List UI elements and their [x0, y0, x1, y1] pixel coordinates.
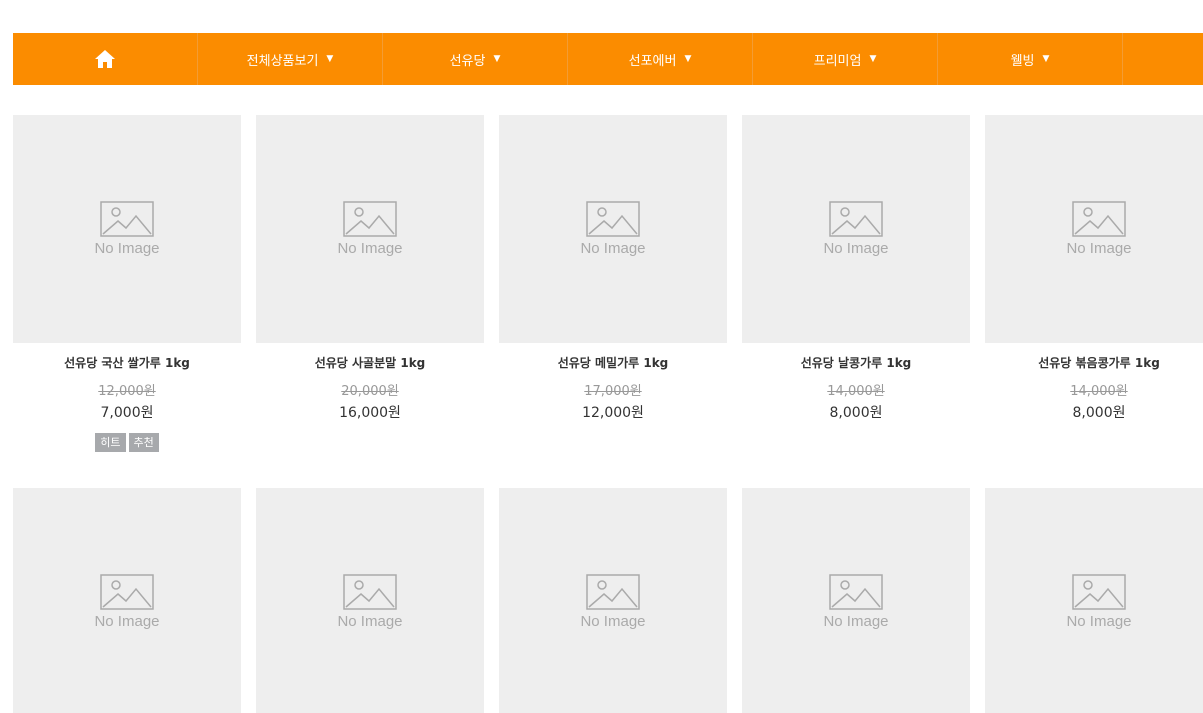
main-nav: 전체상품보기 ▼ 선유당 ▼ 선포에버 ▼ 프리미엄 ▼ 웰빙 ▼ [13, 33, 1203, 85]
no-image-text: No Image [823, 613, 889, 630]
product-card: No Image 선유당 국산 쌀가루 1kg 12,000원 7,000원 히… [13, 115, 241, 452]
image-placeholder-icon [100, 574, 154, 610]
no-image-text: No Image [337, 613, 403, 630]
original-price: 17,000원 [584, 384, 642, 399]
nav-item-extra[interactable] [1123, 33, 1203, 85]
nav-item-seonpo-ever[interactable]: 선포에버 ▼ [568, 33, 753, 85]
image-placeholder-icon [100, 201, 154, 237]
no-image-text: No Image [94, 613, 160, 630]
no-image-text: No Image [1066, 240, 1132, 257]
product-thumbnail[interactable]: No Image [256, 115, 484, 343]
product-thumbnail[interactable]: No Image [985, 115, 1203, 343]
image-placeholder-icon [343, 201, 397, 237]
no-image-text: No Image [94, 240, 160, 257]
original-price: 14,000원 [827, 384, 885, 399]
nav-home[interactable] [13, 33, 198, 85]
sale-price: 8,000원 [1072, 405, 1126, 421]
original-price: 12,000원 [98, 384, 156, 399]
product-card: No Image 선유당 사골분말 1kg 20,000원 16,000원 [256, 115, 484, 452]
product-thumbnail[interactable]: No Image [742, 488, 970, 713]
nav-item-premium[interactable]: 프리미엄 ▼ [753, 33, 938, 85]
product-card: No Image [13, 488, 241, 713]
no-image-text: No Image [580, 613, 646, 630]
nav-item-label: 프리미엄 [813, 53, 862, 69]
no-image-text: No Image [580, 240, 646, 257]
product-name[interactable]: 선유당 메밀가루 1kg [499, 355, 727, 371]
no-image-text: No Image [1066, 613, 1132, 630]
nav-item-all-products[interactable]: 전체상품보기 ▼ [198, 33, 383, 85]
caret-down-icon: ▼ [1042, 54, 1050, 64]
product-thumbnail[interactable]: No Image [499, 488, 727, 713]
product-thumbnail[interactable]: No Image [13, 115, 241, 343]
sale-price: 12,000원 [582, 405, 644, 421]
no-image-text: No Image [823, 240, 889, 257]
image-placeholder-icon [343, 574, 397, 610]
product-card: No Image [499, 488, 727, 713]
product-card: No Image 선유당 메밀가루 1kg 17,000원 12,000원 [499, 115, 727, 452]
product-name[interactable]: 선유당 사골분말 1kg [256, 355, 484, 371]
caret-down-icon: ▼ [493, 54, 501, 64]
nav-item-label: 전체상품보기 [246, 53, 319, 69]
product-name[interactable]: 선유당 날콩가루 1kg [742, 355, 970, 371]
nav-item-label: 선유당 [449, 53, 486, 69]
caret-down-icon: ▼ [684, 54, 692, 64]
hit-badge: 히트 [95, 433, 126, 452]
product-name[interactable]: 선유당 국산 쌀가루 1kg [13, 355, 241, 371]
image-placeholder-icon [1072, 201, 1126, 237]
image-placeholder-icon [1072, 574, 1126, 610]
product-name[interactable]: 선유당 볶음콩가루 1kg [985, 355, 1203, 371]
product-thumbnail[interactable]: No Image [13, 488, 241, 713]
nav-item-seonyudang[interactable]: 선유당 ▼ [383, 33, 568, 85]
original-price: 14,000원 [1070, 384, 1128, 399]
image-placeholder-icon [586, 201, 640, 237]
no-image-text: No Image [337, 240, 403, 257]
badge-list: 히트 추천 [13, 433, 241, 452]
image-placeholder-icon [586, 574, 640, 610]
product-thumbnail[interactable]: No Image [499, 115, 727, 343]
product-thumbnail[interactable]: No Image [256, 488, 484, 713]
caret-down-icon: ▼ [869, 54, 877, 64]
nav-item-label: 웰빙 [1010, 53, 1035, 69]
image-placeholder-icon [829, 574, 883, 610]
product-card: No Image [256, 488, 484, 713]
product-thumbnail[interactable]: No Image [985, 488, 1203, 713]
original-price: 20,000원 [341, 384, 399, 399]
sale-price: 16,000원 [339, 405, 401, 421]
product-card: No Image [742, 488, 970, 713]
sale-price: 8,000원 [829, 405, 883, 421]
home-icon [95, 50, 115, 68]
page: 전체상품보기 ▼ 선유당 ▼ 선포에버 ▼ 프리미엄 ▼ 웰빙 ▼ No Ima… [0, 0, 1203, 713]
product-thumbnail[interactable]: No Image [742, 115, 970, 343]
sale-price: 7,000원 [100, 405, 154, 421]
product-row: No Image No Image No Image No Image No I… [13, 488, 1203, 713]
product-card: No Image [985, 488, 1203, 713]
product-grid: No Image 선유당 국산 쌀가루 1kg 12,000원 7,000원 히… [13, 115, 1203, 713]
product-card: No Image 선유당 날콩가루 1kg 14,000원 8,000원 [742, 115, 970, 452]
nav-item-label: 선포에버 [628, 53, 677, 69]
product-row: No Image 선유당 국산 쌀가루 1kg 12,000원 7,000원 히… [13, 115, 1203, 452]
nav-item-wellbeing[interactable]: 웰빙 ▼ [938, 33, 1123, 85]
caret-down-icon: ▼ [326, 54, 334, 64]
recommend-badge: 추천 [128, 433, 159, 452]
product-card: No Image 선유당 볶음콩가루 1kg 14,000원 8,000원 [985, 115, 1203, 452]
image-placeholder-icon [829, 201, 883, 237]
